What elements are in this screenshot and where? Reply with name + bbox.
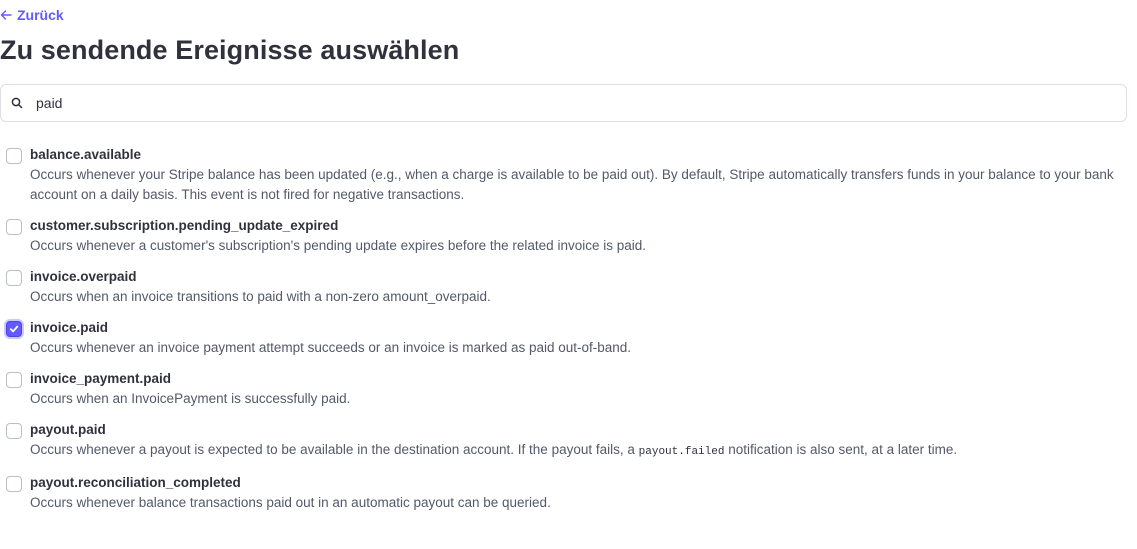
page-title: Zu sendende Ereignisse auswählen	[0, 35, 460, 65]
search-input[interactable]	[36, 95, 1036, 111]
event-item-invoice-payment-paid: invoice_payment.paid Occurs when an Invo…	[0, 368, 1125, 409]
event-description: Occurs whenever a payout is expected to …	[30, 440, 957, 462]
event-item-balance-available: balance.available Occurs whenever your S…	[0, 144, 1125, 205]
event-name: invoice_payment.paid	[30, 371, 172, 386]
event-item-customer-subscription-pending-update-expired: customer.subscription.pending_update_exp…	[0, 215, 1125, 256]
checkbox-invoice-payment-paid[interactable]	[6, 372, 22, 388]
event-name: invoice.overpaid	[30, 269, 137, 284]
event-description: Occurs when an invoice transitions to pa…	[30, 289, 491, 304]
event-item-invoice-paid: invoice.paid Occurs whenever an invoice …	[0, 317, 1125, 358]
event-item-payout-reconciliation-completed: payout.reconciliation_completed Occurs w…	[0, 472, 1125, 513]
event-description: Occurs whenever your Stripe balance has …	[30, 167, 1114, 202]
checkbox-payout-reconciliation-completed[interactable]	[6, 476, 22, 492]
arrow-left-icon	[0, 9, 12, 21]
event-code-reference: payout.failed	[638, 446, 725, 458]
search-field[interactable]	[0, 84, 1127, 122]
search-icon	[11, 97, 23, 109]
checkbox-invoice-overpaid[interactable]	[6, 270, 22, 286]
checkbox-payout-paid[interactable]	[6, 423, 22, 439]
back-link[interactable]: Zurück	[0, 6, 64, 24]
checkbox-invoice-paid[interactable]	[6, 321, 22, 337]
event-list: balance.available Occurs whenever your S…	[0, 144, 1125, 523]
event-description-part: Occurs whenever a payout is expected to …	[30, 442, 635, 457]
event-description: Occurs when an InvoicePayment is success…	[30, 391, 351, 406]
event-description-part: notification is also sent, at a later ti…	[728, 442, 958, 457]
event-description: Occurs whenever an invoice payment attem…	[30, 340, 632, 355]
event-name: payout.paid	[30, 422, 106, 437]
checkmark-icon	[9, 324, 19, 334]
event-description: Occurs whenever balance transactions pai…	[30, 495, 551, 510]
event-item-invoice-overpaid: invoice.overpaid Occurs when an invoice …	[0, 266, 1125, 307]
event-name: invoice.paid	[30, 320, 109, 335]
checkbox-customer-subscription-pending-update-expired[interactable]	[6, 219, 22, 235]
event-name: balance.available	[30, 147, 142, 162]
event-name: payout.reconciliation_completed	[30, 475, 241, 490]
event-item-payout-paid: payout.paid Occurs whenever a payout is …	[0, 419, 1125, 462]
checkbox-balance-available[interactable]	[6, 148, 22, 164]
event-description: Occurs whenever a customer's subscriptio…	[30, 238, 646, 253]
back-link-label: Zurück	[17, 7, 64, 23]
event-name: customer.subscription.pending_update_exp…	[30, 218, 339, 233]
